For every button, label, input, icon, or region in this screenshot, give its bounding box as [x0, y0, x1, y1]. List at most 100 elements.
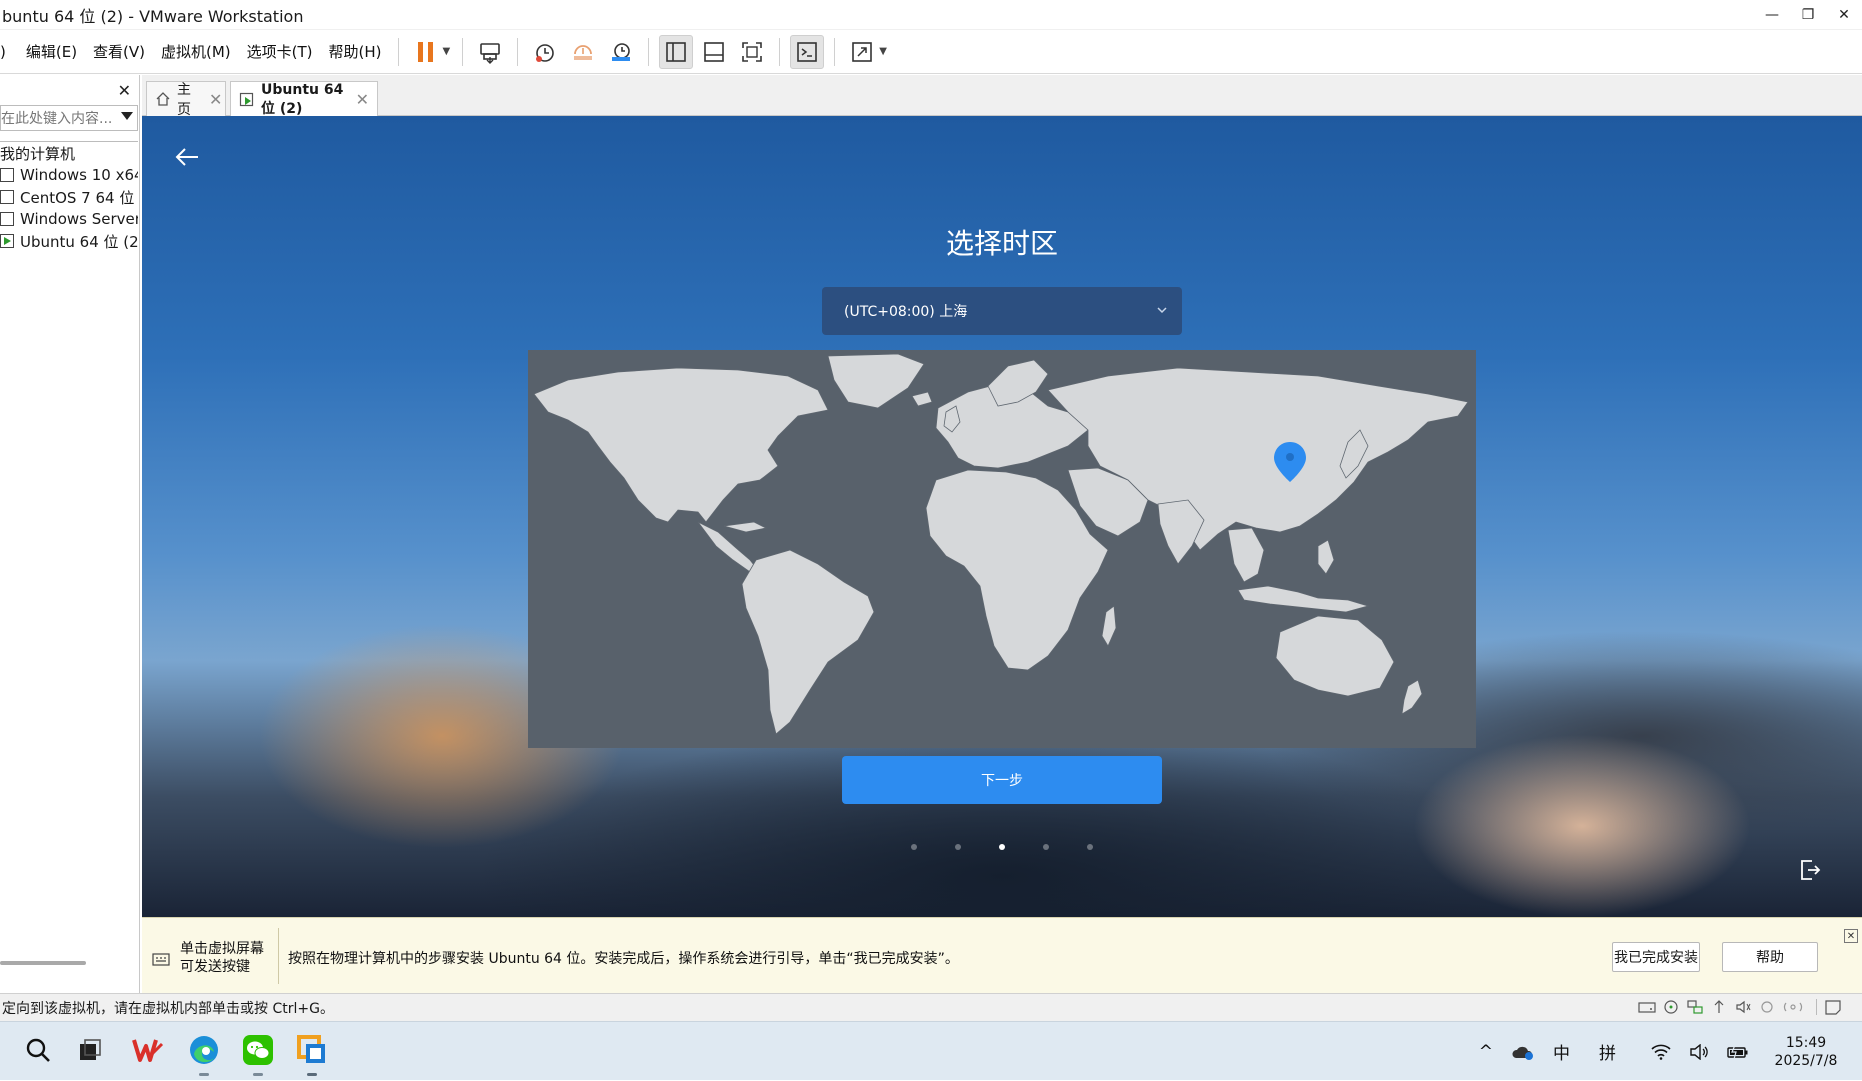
chevron-down-icon — [1156, 303, 1168, 319]
edge-icon — [190, 1036, 218, 1064]
usb-icon[interactable] — [1710, 999, 1728, 1015]
taskbar-wps-button[interactable] — [130, 1032, 166, 1068]
taskbar-clock[interactable]: 15:49 2025/7/8 — [1758, 1034, 1854, 1070]
exit-installer-icon[interactable] — [1798, 858, 1822, 886]
tab-close-icon[interactable]: ✕ — [209, 90, 222, 109]
next-step-button[interactable]: 下一步 — [842, 756, 1162, 804]
landmass-philippines — [1317, 539, 1335, 575]
onedrive-icon[interactable] — [1511, 1043, 1535, 1061]
console-view-button[interactable] — [790, 34, 825, 69]
close-window-button[interactable]: ✕ — [1826, 0, 1862, 30]
window-title: buntu 64 位 (2) - VMware Workstation — [2, 6, 304, 26]
take-snapshot-button[interactable] — [528, 35, 562, 69]
minimize-button[interactable]: — — [1754, 0, 1790, 30]
step-dot-current — [999, 844, 1005, 850]
hint-click-screen-text: 单击虚拟屏幕 可发送按键 — [180, 940, 280, 976]
vm-icon — [0, 190, 14, 204]
search-dropdown-icon[interactable] — [121, 112, 133, 120]
ime-mode-indicator[interactable]: 拼 — [1599, 1039, 1616, 1064]
thumbnail-bar-icon — [704, 41, 725, 62]
stretch-dropdown-icon[interactable]: ▼ — [879, 46, 887, 57]
full-screen-button[interactable] — [735, 35, 769, 69]
tab-home[interactable]: 主页 ✕ — [146, 81, 226, 118]
sound-card-icon[interactable] — [1734, 999, 1752, 1015]
menu-help[interactable]: 帮助(H) — [321, 41, 390, 62]
toolbar-separator — [517, 37, 519, 66]
hint-message: 按照在物理计算机中的步骤安装 Ubuntu 64 位。安装完成后，操作系统会进行… — [288, 951, 959, 967]
revert-snapshot-button[interactable] — [566, 35, 600, 69]
thumbnail-bar-button[interactable] — [697, 35, 731, 69]
toolbar-separator — [779, 37, 781, 66]
tab-ubuntu-label: Ubuntu 64 位 (2) — [261, 81, 344, 117]
hard-disk-icon[interactable] — [1638, 999, 1656, 1015]
volume-icon[interactable] — [1689, 1043, 1709, 1060]
world-map-svg — [533, 353, 1469, 735]
tab-bar: 主页 ✕ Ubuntu 64 位 (2) ✕ — [142, 75, 1862, 118]
ime-language-indicator[interactable]: 中 — [1553, 1039, 1570, 1064]
tree-item-vm-running[interactable]: Ubuntu 64 位 (2) — [0, 230, 138, 252]
tray-overflow-chevron[interactable]: ^ — [1479, 1042, 1493, 1062]
taskbar-search-button[interactable] — [20, 1032, 56, 1068]
wifi-icon[interactable] — [1651, 1044, 1671, 1060]
timezone-select-value: (UTC+08:00) 上海 — [844, 304, 968, 320]
timezone-select[interactable]: (UTC+08:00) 上海 — [822, 287, 1182, 335]
battery-icon[interactable] — [1727, 1044, 1749, 1060]
stretch-button[interactable] — [845, 35, 879, 69]
back-arrow-icon[interactable] — [174, 146, 200, 172]
cd-dvd-icon[interactable] — [1662, 999, 1680, 1015]
tab-close-icon[interactable]: ✕ — [356, 90, 369, 109]
snapshot-icon — [536, 43, 555, 62]
library-search-input[interactable]: 在此处键入内容... — [0, 105, 138, 131]
tree-root[interactable]: 我的计算机 — [0, 142, 138, 164]
network-adapter-icon[interactable] — [1686, 999, 1704, 1015]
printer-icon[interactable] — [1758, 999, 1776, 1015]
landmass-southeast-asia — [1227, 527, 1265, 583]
snapshot-manager-button[interactable] — [604, 35, 638, 69]
toolbar-separator — [648, 37, 650, 66]
menu-edit[interactable]: 编辑(E) — [18, 41, 85, 62]
pause-button[interactable] — [409, 35, 443, 69]
clock-date: 2025/7/8 — [1774, 1052, 1838, 1069]
taskbar-edge-button[interactable] — [186, 1032, 222, 1068]
menu-tabs[interactable]: 选项卡(T) — [239, 41, 321, 62]
tab-home-label: 主页 — [177, 82, 191, 118]
display-icon[interactable] — [1782, 999, 1804, 1015]
vm-running-icon — [239, 92, 255, 108]
pause-dropdown-icon[interactable]: ▼ — [443, 46, 451, 57]
timezone-page-title: 选择时区 — [945, 227, 1058, 260]
step-indicator — [142, 844, 1862, 850]
taskbar-task-view-button[interactable] — [72, 1032, 108, 1068]
hint-line2: 可发送按键 — [180, 959, 250, 975]
task-view-icon — [80, 1039, 101, 1060]
library-tree: 我的计算机 Windows 10 x64 CentOS 7 64 位 Windo… — [0, 141, 138, 979]
tab-ubuntu[interactable]: Ubuntu 64 位 (2) ✕ — [230, 81, 378, 117]
taskbar-vmware-button[interactable] — [294, 1032, 330, 1068]
status-bar: 定向到该虚拟机，请在虚拟机内部单击或按 Ctrl+G。 — [0, 993, 1862, 1021]
taskbar-wechat-button[interactable] — [240, 1032, 276, 1068]
menu-vm[interactable]: 虚拟机(M) — [153, 41, 239, 62]
tree-item-vm[interactable]: Windows Server — [0, 208, 138, 230]
show-library-icon — [666, 41, 687, 62]
hint-close-icon[interactable]: ✕ — [1844, 929, 1858, 943]
landmass-australia — [1275, 615, 1395, 697]
vmware-active-indicator — [307, 1073, 317, 1076]
wps-icon — [132, 1039, 164, 1062]
menu-file[interactable]: ) — [0, 43, 18, 61]
help-button[interactable]: 帮助 — [1722, 942, 1818, 972]
send-keys-button[interactable] — [473, 35, 507, 69]
menu-view[interactable]: 查看(V) — [85, 41, 153, 62]
restore-button[interactable]: ❐ — [1790, 0, 1826, 30]
vm-icon — [0, 168, 14, 182]
message-log-icon[interactable] — [1824, 999, 1842, 1015]
library-close-icon[interactable]: ✕ — [118, 81, 131, 100]
show-library-button[interactable] — [659, 34, 694, 69]
tree-item-vm[interactable]: CentOS 7 64 位 — [0, 186, 138, 208]
sidebar-horizontal-scrollbar[interactable] — [0, 961, 86, 965]
world-map[interactable] — [528, 350, 1476, 748]
step-dot — [955, 844, 961, 850]
full-screen-icon — [742, 41, 763, 62]
tree-item-vm[interactable]: Windows 10 x64 — [0, 164, 138, 186]
finished-install-button[interactable]: 我已完成安装 — [1612, 942, 1700, 972]
vm-display[interactable]: 选择时区 (UTC+08:00) 上海 下一步 — [142, 116, 1862, 917]
step-dot — [1043, 844, 1049, 850]
